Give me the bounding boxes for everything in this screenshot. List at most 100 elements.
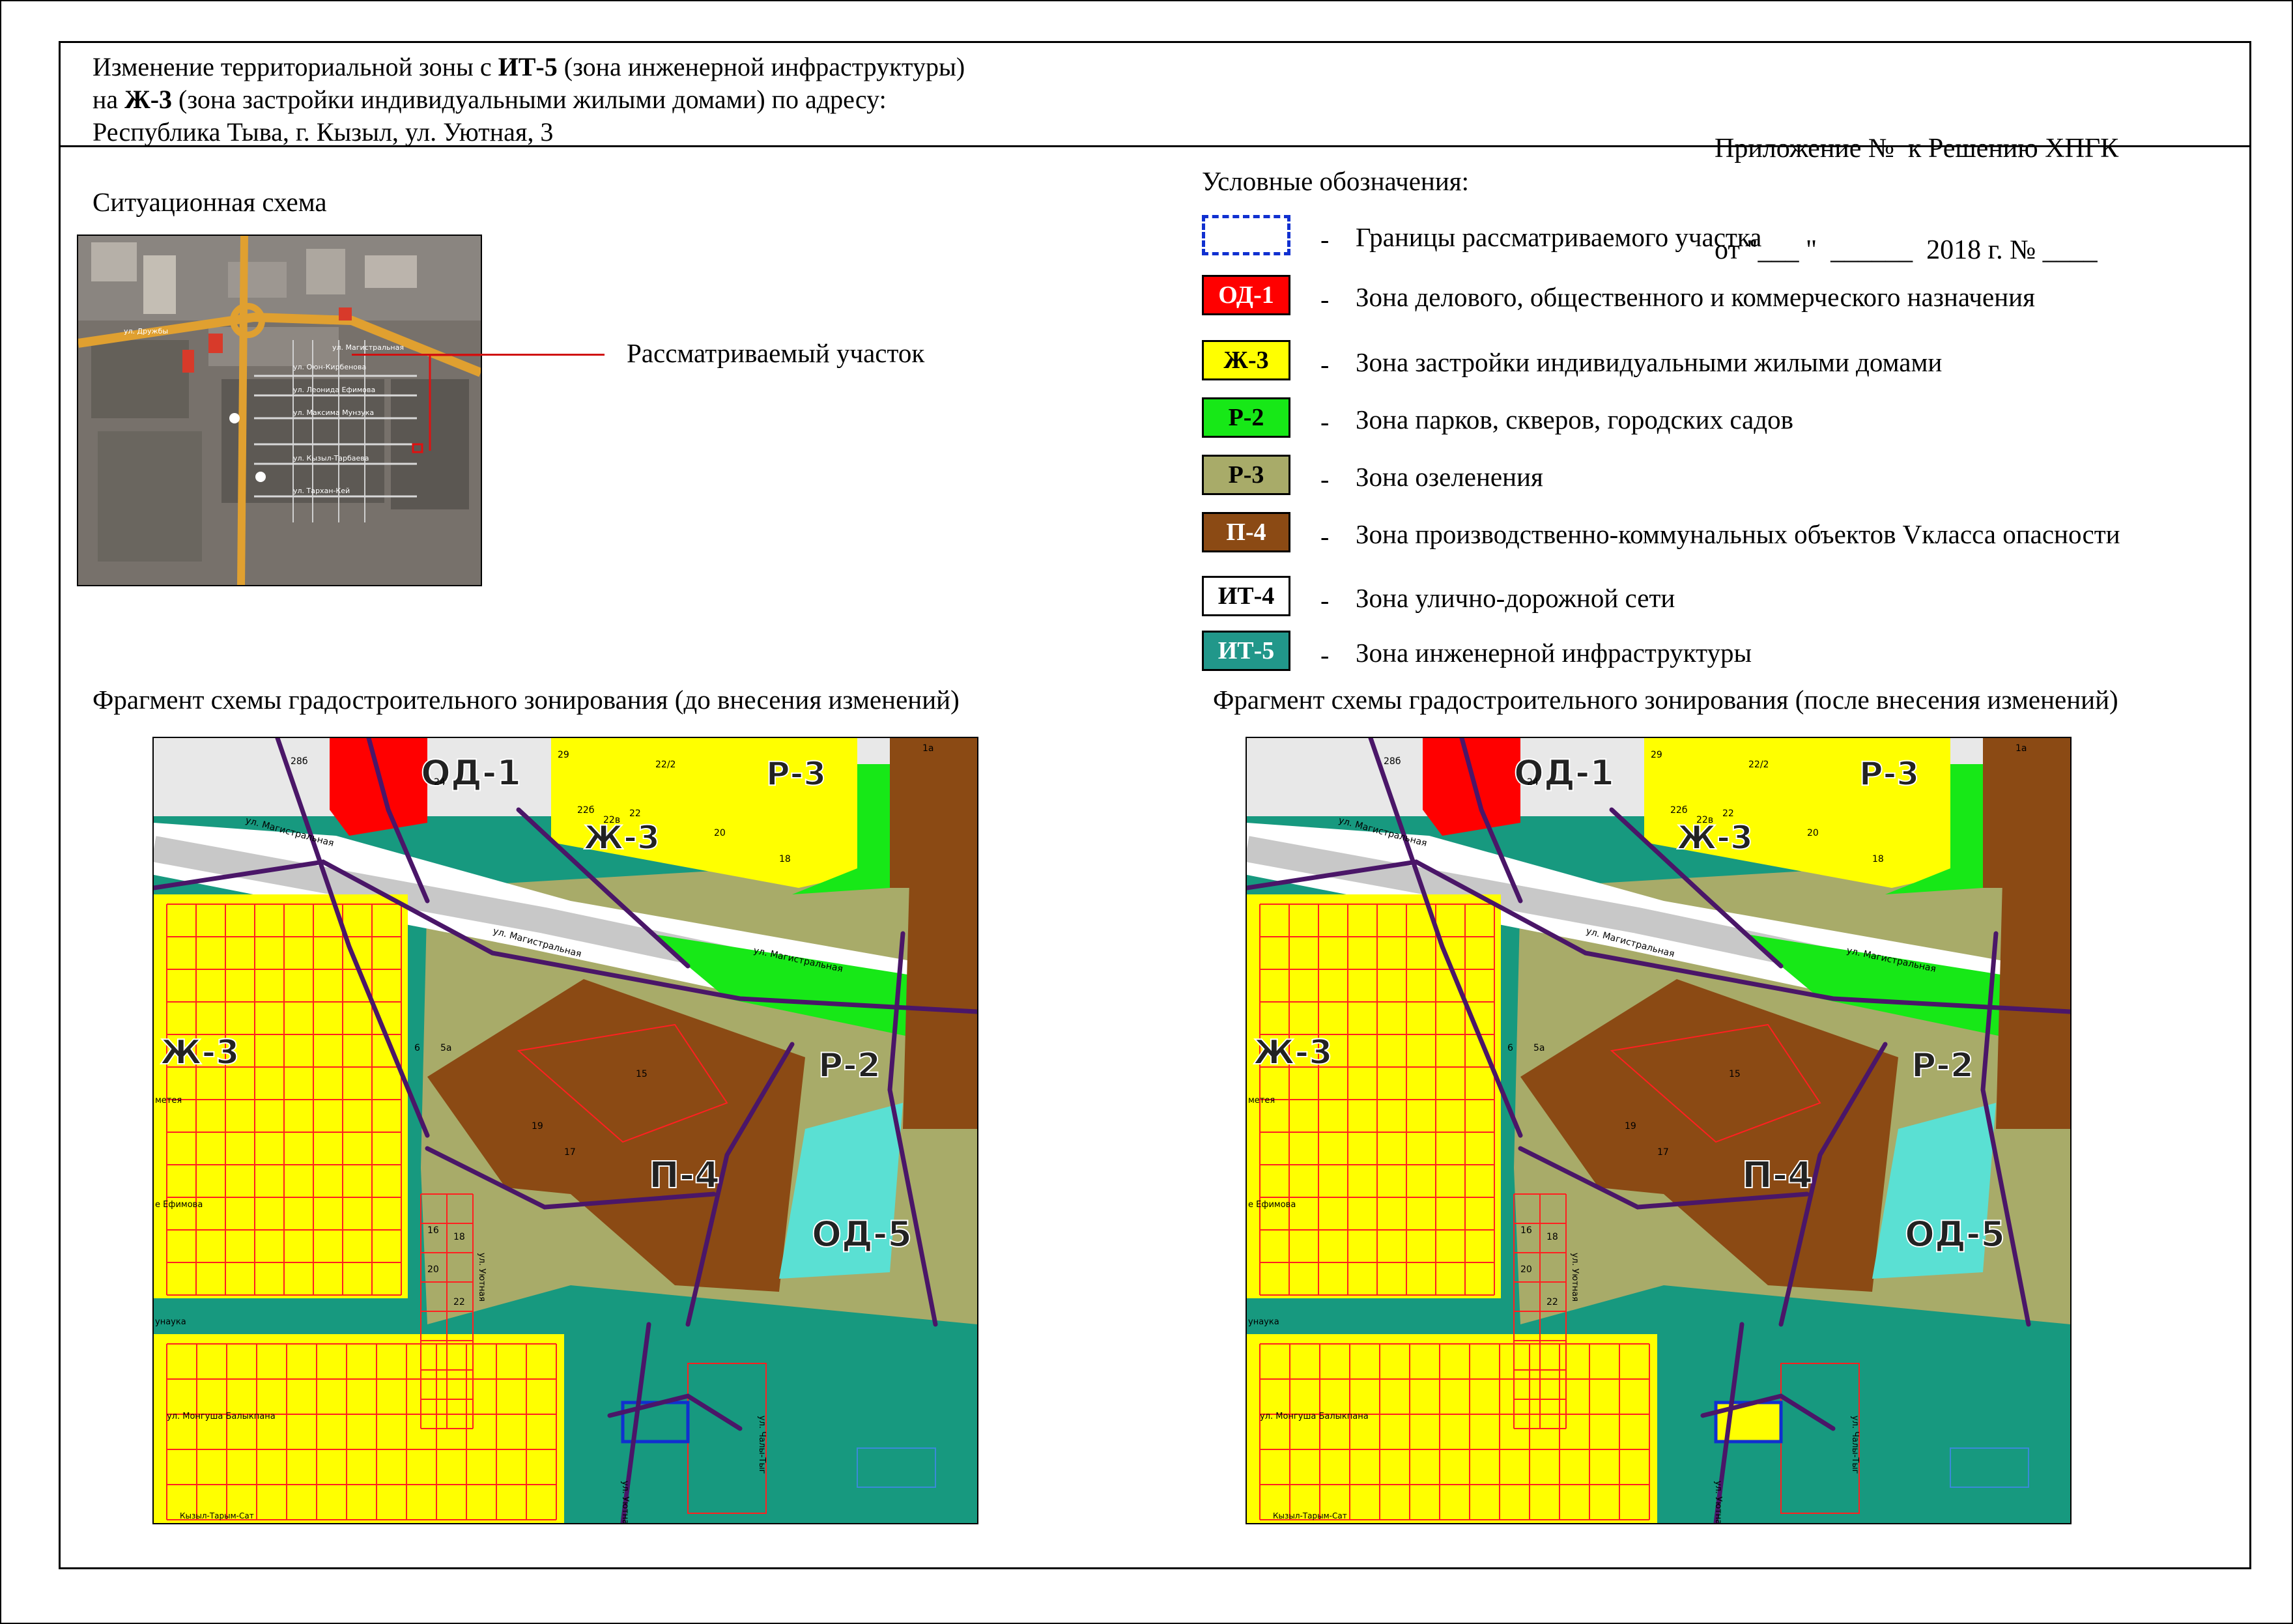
legend-item-it5: ИТ-5 - Зона инженерной инфраструктуры [1202,631,2257,676]
zone-p4-topright [1983,738,2070,888]
street-label: ул. Монгуша Балыкпана [167,1412,276,1421]
parcel-number: 22/2 [1748,760,1769,770]
legend-text: Границы рассматриваемого участка [1356,222,1762,252]
legend-item-r2: Р-2 - Зона парков, скверов, городских са… [1202,397,2257,443]
street-label: ул. Уютная [477,1253,487,1302]
parcel-number: 29 [1651,750,1662,760]
zoning-map-after: ОД-1 Ж-3 Р-3 Ж-3 Р-2 П-4 ОД-5 ул. Магистральная… [1246,737,2072,1524]
edge-label: унаука [155,1317,186,1327]
street-label: ул. Чалы-Тыг [1850,1416,1860,1474]
parcel-number: 15 [1729,1069,1741,1079]
boundary-swatch [1202,215,1290,255]
parcel-number: 5а [1533,1043,1545,1053]
edge-label: е Ефимова [1248,1200,1296,1210]
legend-text: Зона улично-дорожной сети [1356,583,1675,613]
edge-label: Кызыл-Тарым-Сат [180,1511,254,1520]
zone-zh3-left [154,894,408,1298]
parcel-number: 19 [532,1121,543,1132]
legend-text: Зона застройки индивидуальными жилыми до… [1356,347,1943,377]
parcel-number: 24 [1527,777,1539,788]
parcel-number: 6 [414,1043,420,1053]
zone-od1 [330,738,427,836]
zone-label: Р-2 [818,1046,881,1085]
legend-item-zh3: Ж-3 - Зона застройки индивидуальными жил… [1202,340,2257,386]
parcel-number: 18 [779,854,791,864]
parcel-number: 15 [636,1069,648,1079]
zone-label: Ж-3 [160,1033,239,1072]
zone-label: П-4 [1742,1154,1813,1197]
parcel-number: 20 [1807,828,1819,838]
legend-swatch: Р-3 [1202,455,1290,495]
zone-label: П-4 [649,1154,720,1197]
document-title: Изменение территориальной зоны с ИТ-5 (з… [93,52,965,147]
edge-label: метея [1248,1096,1275,1105]
parcel-number: 29 [558,750,569,760]
zone-zh3-bottom [154,1334,564,1523]
street-label: ул. Уютная [1713,1481,1723,1523]
parcel-number: 20 [714,828,726,838]
street-label: ул. Монгуша Балыкпана [1260,1412,1369,1421]
parcel-number: 22 [1722,808,1734,819]
mini-street-label-0: ул. Магистральная [332,343,404,352]
legend-swatch: Р-2 [1202,397,1290,438]
mini-street-label-6: ул. Тархан-Кей [293,487,350,495]
legend-swatch: ИТ-4 [1202,576,1290,616]
mini-street-label-4: ул. Максима Мунзука [293,408,374,417]
zoning-layers: ОД-1Ж-3Р-3Ж-3 Р-2П-4ОД-5ул. Магистральная… [1247,738,2070,1523]
parcel-number: 18 [453,1232,465,1242]
legend-text: Зона производственно-коммунальных объект… [1356,519,2120,549]
zone-od1 [1423,738,1520,836]
legend-swatch: ОД-1 [1202,275,1290,315]
parcel-number: 22 [629,808,641,819]
parcel-number: 1а [922,743,934,754]
edge-label: унаука [1248,1317,1279,1327]
street-label: ул. Уютная [620,1481,630,1523]
parcel-number: 16 [427,1225,439,1236]
parcel-number: 22б [577,805,594,816]
zoning-map-before: ОД-1 Ж-3 Р-3 Ж-3 Р-2 П-4 ОД-5 ул. Магистральная… [152,737,978,1524]
zone-label: Ж-3 [1253,1033,1332,1072]
zone-p4-right [1996,881,2070,1129]
parcel-number: 22в [1696,815,1713,825]
parcel-number: 19 [1625,1121,1636,1132]
parcel-number: 22в [603,815,620,825]
legend-title: Условные обозначения: [1202,166,1470,196]
edge-label: е Ефимова [155,1200,203,1210]
parcel-number: 1а [2015,743,2027,754]
legend-item-boundary: - Границы рассматриваемого участка [1202,215,2257,261]
zone-label: Ж-3 [1677,819,1753,857]
zone-zh3-left [1247,894,1501,1298]
parcel-number: 28б [1384,756,1401,767]
parcel-number: 24 [434,777,446,788]
legend-item-r3: Р-3 - Зона озеленения [1202,455,2257,500]
street-label: ул. Чалы-Тыг [757,1416,767,1474]
situation-title: Ситуационная схема [93,187,327,217]
zone-label: Р-3 [766,755,826,793]
appendix-reference: Приложение № к Решению ХПГК от "___ " __… [1715,134,2119,265]
legend-swatch: ИТ-5 [1202,631,1290,671]
zone-label: ОД-5 [1905,1214,2005,1255]
situation-map: ул. Дружбы ул. Магистральная ул. Оюн-Кир… [77,235,482,586]
mini-street-label-1: ул. Дружбы [124,327,168,335]
callout-leader-line [352,354,605,356]
zone-label: Ж-3 [584,819,660,857]
parcel-number: 18 [1872,854,1884,864]
edge-label: Кызыл-Тарым-Сат [1273,1511,1347,1520]
legend-item-it4: ИТ-4 - Зона улично-дорожной сети [1202,576,2257,621]
street-label: ул. Уютная [1570,1253,1580,1302]
parcel-number: 17 [1657,1147,1669,1158]
legend-swatch: Ж-3 [1202,340,1290,380]
parcel-number: 20 [1520,1264,1532,1275]
legend-item-od1: ОД-1 - Зона делового, общественного и ко… [1202,275,2257,321]
edge-label: метея [155,1096,182,1105]
legend-item-p4: П-4 - Зона производственно-коммунальных … [1202,512,2257,558]
legend-text: Зона парков, скверов, городских садов [1356,405,1793,434]
parcel-number: 22б [1670,805,1687,816]
legend-text: Зона делового, общественного и коммерчес… [1356,282,2035,312]
callout-label: Рассматриваемый участок [627,338,925,368]
parcel-number: 6 [1507,1043,1513,1053]
legend-text: Зона инженерной инфраструктуры [1356,638,1752,668]
mini-street-label-3: ул. Леонида Ефимова [293,386,375,394]
fragment-after-title: Фрагмент схемы градостроительного зониро… [1213,685,2118,715]
parcel-number: 22 [1546,1297,1558,1307]
